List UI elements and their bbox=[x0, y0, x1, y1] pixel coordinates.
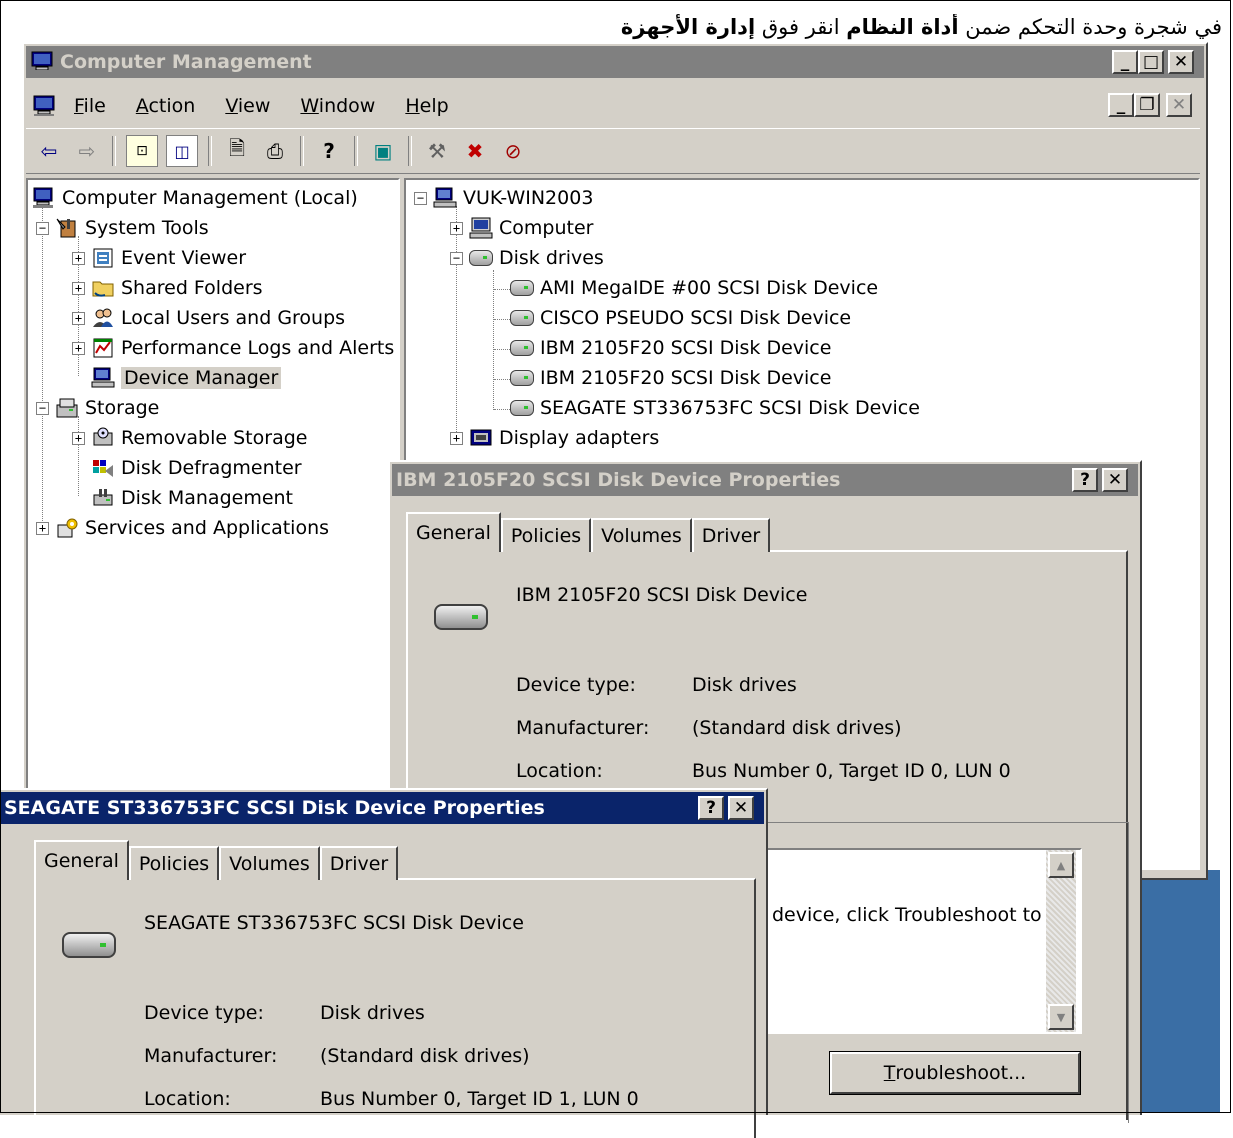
image-frame-border bbox=[0, 0, 1231, 1113]
